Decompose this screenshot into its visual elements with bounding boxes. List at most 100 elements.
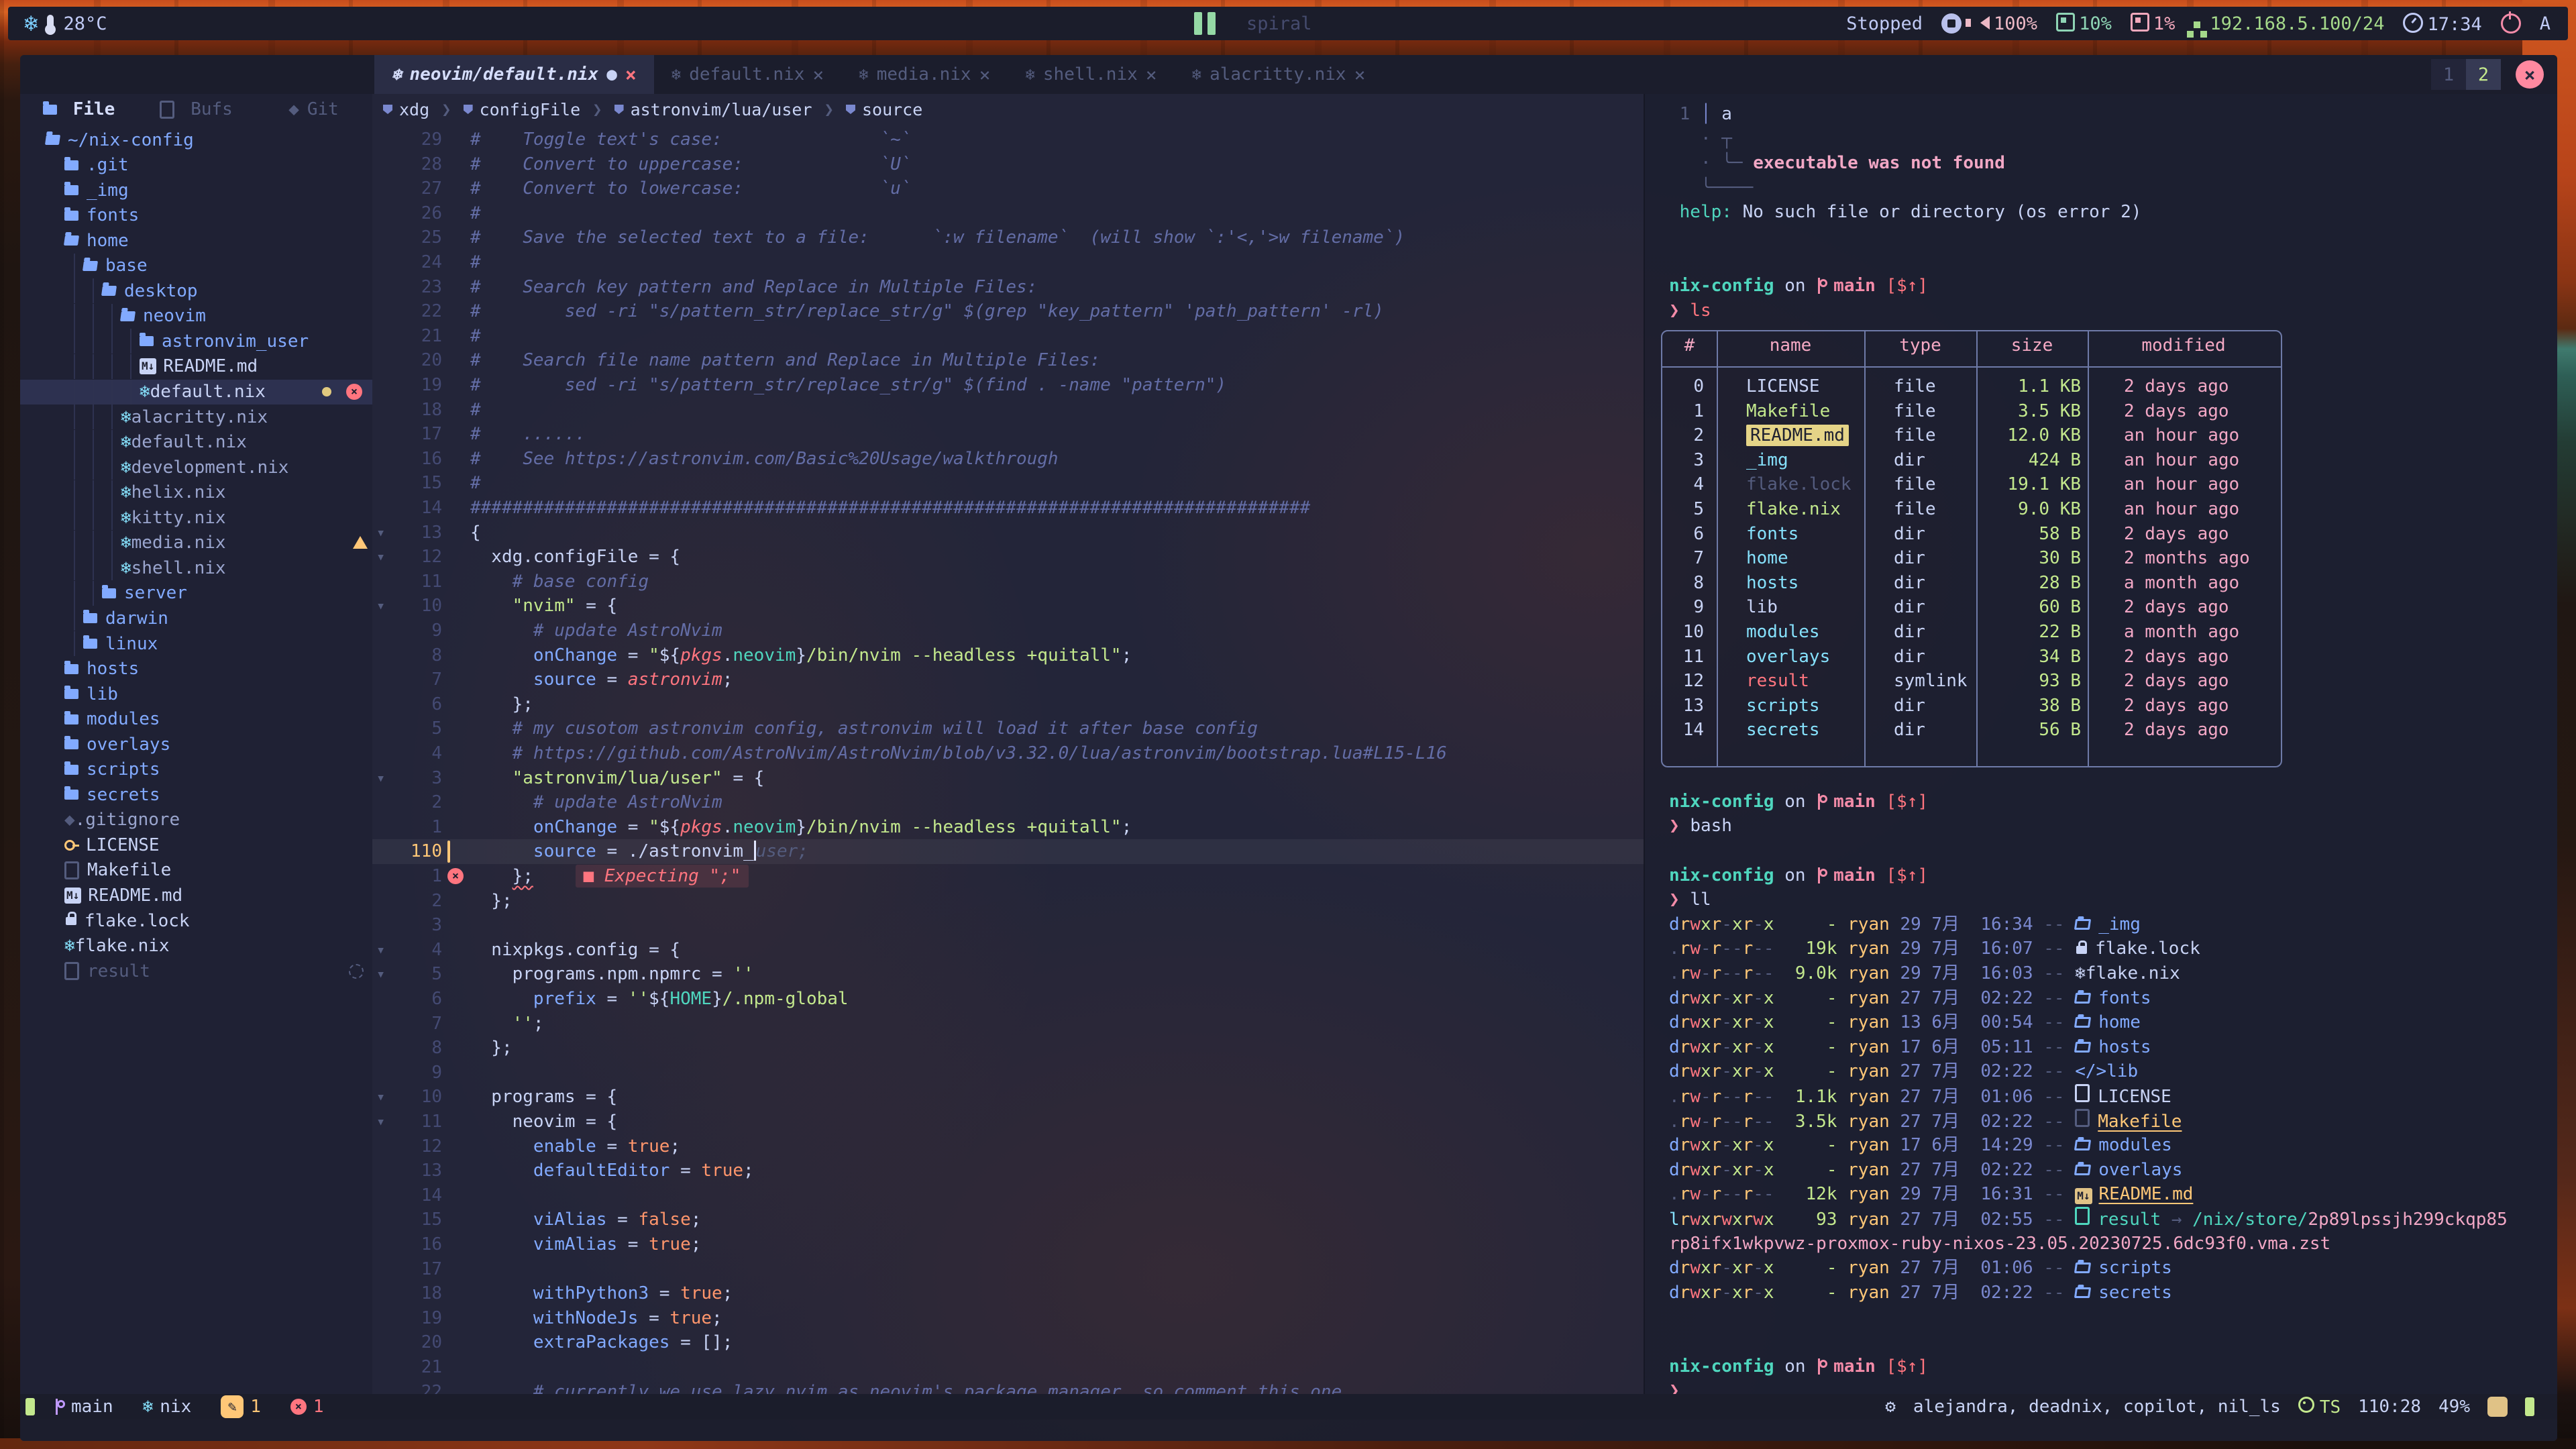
breadcrumb-item[interactable]: astronvim/lua/user xyxy=(614,100,812,119)
editor-line[interactable]: ▾5 programs.npm.npmrc = '' xyxy=(372,962,1644,987)
editor-line[interactable]: 16# See https://astronvim.com/Basic%20Us… xyxy=(372,447,1644,472)
editor-line[interactable]: 11 # base config xyxy=(372,570,1644,594)
git-branch[interactable]: main xyxy=(54,1397,113,1417)
tree-item-base[interactable]: base xyxy=(20,254,372,278)
stop-icon[interactable] xyxy=(1941,13,1962,34)
editor-line[interactable]: 28# Convert to uppercase: `U` xyxy=(372,152,1644,177)
editor-line[interactable]: 9 # update AstroNvim xyxy=(372,619,1644,643)
neotree-tab-bufs[interactable]: Bufs xyxy=(138,99,255,119)
editor-line[interactable]: 14######################################… xyxy=(372,496,1644,521)
editor-line[interactable]: 3 xyxy=(372,913,1644,938)
editor-line[interactable]: 23# Search key pattern and Replace in Mu… xyxy=(372,275,1644,300)
tree-item-server[interactable]: server xyxy=(20,581,372,606)
modified-indicator[interactable]: ✎1 xyxy=(221,1395,261,1418)
tree-item-default.nix[interactable]: ❄ default.nix xyxy=(20,430,372,455)
editor-line[interactable]: 2 # update AstroNvim xyxy=(372,790,1644,815)
command-line-area[interactable] xyxy=(20,1419,2557,1441)
editor-line[interactable]: 21# xyxy=(372,324,1644,349)
tree-item-default.nix[interactable]: ❄ default.nix× xyxy=(20,380,372,405)
editor-line[interactable]: 110 source = ./astronvim_user; xyxy=(372,839,1644,864)
editor-line[interactable]: 2 }; xyxy=(372,889,1644,914)
tree-item-.gitignore[interactable]: ◆ .gitignore xyxy=(20,808,372,833)
editor-line[interactable]: ▾13{ xyxy=(372,521,1644,545)
breadcrumb-item[interactable]: source xyxy=(846,100,922,119)
volume-indicator[interactable]: 100% xyxy=(1980,13,2037,34)
editor-line[interactable]: 5 # my cusotom astronvim config, astronv… xyxy=(372,716,1644,741)
tree-item-overlays[interactable]: overlays xyxy=(20,732,372,757)
tree-item-.git[interactable]: .git xyxy=(20,153,372,178)
editor-line[interactable]: ▾4 nixpkgs.config = { xyxy=(372,938,1644,963)
recorder-status[interactable]: Stopped xyxy=(1846,13,1923,34)
tree-item-helix.nix[interactable]: ❄ helix.nix xyxy=(20,480,372,505)
editor-line[interactable]: 18# xyxy=(372,398,1644,423)
editor-line[interactable]: 19 withNodeJs = true; xyxy=(372,1306,1644,1331)
editor-line[interactable]: 15 viAlias = false; xyxy=(372,1208,1644,1232)
editor-line[interactable]: 25# Save the selected text to a file: `:… xyxy=(372,225,1644,250)
editor-line[interactable]: 13 defaultEditor = true; xyxy=(372,1159,1644,1183)
tree-item-darwin[interactable]: darwin xyxy=(20,606,372,631)
editor-line[interactable]: 17 xyxy=(372,1257,1644,1282)
editor-line[interactable]: 14 xyxy=(372,1183,1644,1208)
neotree-tab-file[interactable]: File xyxy=(20,99,138,119)
media-title[interactable]: spiral xyxy=(1246,13,1312,34)
editor-line[interactable]: 16 vimAlias = true; xyxy=(372,1232,1644,1257)
editor-line[interactable]: 8 }; xyxy=(372,1036,1644,1061)
editor-line[interactable]: 7 ''; xyxy=(372,1012,1644,1036)
editor-line[interactable]: 17# ...... xyxy=(372,422,1644,447)
media-pause-icon[interactable] xyxy=(1194,12,1216,35)
editor-line[interactable]: ▾10 programs = { xyxy=(372,1085,1644,1110)
tree-item-shell.nix[interactable]: ❄ shell.nix xyxy=(20,555,372,580)
editor-line[interactable]: 19# sed -ri "s/pattern_str/replace_str/g… xyxy=(372,373,1644,398)
editor-line[interactable]: 22# sed -ri "s/pattern_str/replace_str/g… xyxy=(372,299,1644,324)
tree-item-nix-config[interactable]: ~/nix-config xyxy=(20,127,372,152)
tree-item-astronvimuser[interactable]: astronvim_user xyxy=(20,329,372,354)
tree-item-lib[interactable]: lib xyxy=(20,682,372,706)
editor-line[interactable]: 12 enable = true; xyxy=(372,1134,1644,1159)
tree-item-desktop[interactable]: desktop xyxy=(20,278,372,303)
tree-item-flake.lock[interactable]: flake.lock xyxy=(20,908,372,933)
tree-item-neovim[interactable]: neovim xyxy=(20,304,372,329)
editor-line[interactable]: ▾3 "astronvim/lua/user" = { xyxy=(372,766,1644,791)
breadcrumb-item[interactable]: configFile xyxy=(464,100,581,119)
tree-item-secrets[interactable]: secrets xyxy=(20,782,372,807)
editor-line[interactable]: 7 source = astronvim; xyxy=(372,667,1644,692)
editor-line[interactable]: 22 # currently we use lazy.nvim as neovi… xyxy=(372,1380,1644,1394)
tree-item-linux[interactable]: linux xyxy=(20,631,372,656)
editor-line[interactable]: 6 }; xyxy=(372,692,1644,717)
editor-line[interactable]: 27# Convert to lowercase: `u` xyxy=(372,176,1644,201)
editor-line[interactable]: 9 xyxy=(372,1061,1644,1085)
power-icon[interactable] xyxy=(2501,13,2521,34)
tree-item-home[interactable]: home xyxy=(20,228,372,253)
tree-item-README.md[interactable]: M↓README.md xyxy=(20,354,372,379)
editor-pane[interactable]: xdg❯configFile❯astronvim/lua/user❯source… xyxy=(372,94,1644,1394)
editor-line[interactable]: 1 onChange = "${pkgs.neovim}/bin/nvim --… xyxy=(372,815,1644,840)
tree-item-fonts[interactable]: fonts xyxy=(20,203,372,228)
tree-item-img[interactable]: _img xyxy=(20,178,372,203)
tree-item-result[interactable]: result xyxy=(20,959,372,983)
editor-line[interactable]: 29# Toggle text's case: `~` xyxy=(372,127,1644,152)
neotree-tab-git[interactable]: ◆Git xyxy=(255,99,372,119)
diagnostics-errors[interactable]: ×1 xyxy=(290,1397,324,1417)
buffer-tab[interactable]: ❄default.nix× xyxy=(654,55,842,94)
editor-line[interactable]: 26# xyxy=(372,201,1644,226)
tree-item-development.nix[interactable]: ❄ development.nix xyxy=(20,455,372,480)
tree-item-flake.nix[interactable]: ❄ flake.nix xyxy=(20,934,372,959)
editor-line[interactable]: ▾10 "nvim" = { xyxy=(372,594,1644,619)
tree-item-kitty.nix[interactable]: ❄ kitty.nix xyxy=(20,505,372,530)
tree-item-README.md[interactable]: M↓README.md xyxy=(20,883,372,908)
terminal-pane[interactable]: 1 │ a · ┬ · ╰─ executable was not found … xyxy=(1644,94,2557,1394)
tree-item-alacritty.nix[interactable]: ❄ alacritty.nix xyxy=(20,405,372,429)
nixos-logo-icon[interactable]: ❄ xyxy=(24,12,38,35)
editor-line[interactable]: ▾12 xdg.configFile = { xyxy=(372,545,1644,570)
buffer-tab[interactable]: ❄neovim/default.nix●× xyxy=(374,55,654,94)
buffer-tab[interactable]: ❄media.nix× xyxy=(841,55,1008,94)
editor-line[interactable]: 24# xyxy=(372,250,1644,275)
editor-line[interactable]: 6 prefix = ''${HOME}/.npm-global xyxy=(372,987,1644,1012)
editor-line[interactable]: 21 xyxy=(372,1355,1644,1380)
tree-item-LICENSE[interactable]: LICENSE xyxy=(20,833,372,857)
memory-indicator[interactable]: 10% xyxy=(2056,13,2112,34)
editor-line[interactable]: 8 onChange = "${pkgs.neovim}/bin/nvim --… xyxy=(372,643,1644,668)
editor-line[interactable]: ▾11 neovim = { xyxy=(372,1110,1644,1134)
workspace-badge[interactable]: 1 xyxy=(2431,59,2466,90)
tree-item-scripts[interactable]: scripts xyxy=(20,757,372,782)
